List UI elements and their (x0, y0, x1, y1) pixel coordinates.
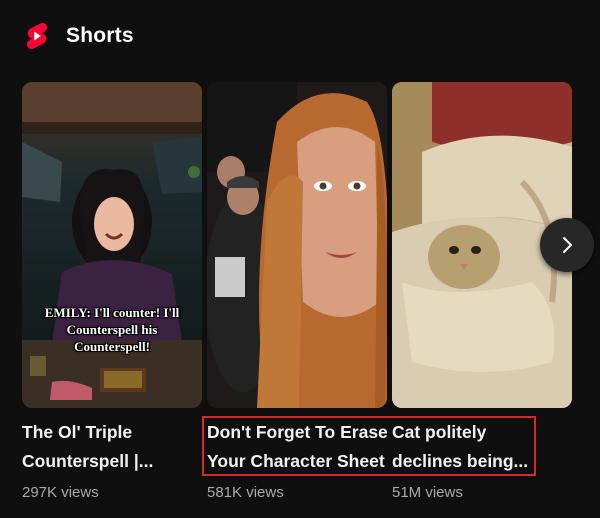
short-card[interactable]: Cat politely declines being... 51M views (392, 82, 572, 501)
caption-line: Counterspell! (74, 339, 150, 354)
short-title-line: The Ol' Triple (22, 422, 133, 442)
short-card[interactable]: EMILY: I'll counter! I'll Counterspell h… (22, 82, 202, 501)
short-card[interactable]: Don't Forget To Erase Your Character She… (207, 82, 387, 501)
section-title: Shorts (66, 24, 134, 47)
short-title-line: Don't Forget To Erase (207, 422, 387, 442)
view-count: 581K views (207, 484, 284, 501)
chevron-right-icon (563, 237, 572, 253)
short-thumbnail-image (207, 82, 387, 408)
caption-line: EMILY: I'll counter! I'll (44, 305, 180, 320)
short-title[interactable]: Cat politely declines being... (392, 418, 572, 476)
shorts-shelf-header: Shorts (24, 20, 134, 52)
short-title-line: declines being... (392, 451, 529, 471)
video-caption: EMILY: I'll counter! I'll Counterspell h… (32, 304, 192, 355)
view-count: 51M views (392, 484, 463, 501)
caption-line: Counterspell his (66, 322, 158, 337)
short-title-line: Counterspell |... (22, 451, 154, 471)
short-title-line: Cat politely (392, 422, 487, 442)
short-thumbnail[interactable] (207, 82, 387, 408)
view-count: 297K views (22, 484, 99, 501)
next-shorts-button[interactable] (540, 218, 594, 272)
shorts-logo-icon (27, 22, 47, 50)
short-thumbnail[interactable]: EMILY: I'll counter! I'll Counterspell h… (22, 82, 202, 408)
short-thumbnail-image (22, 82, 202, 408)
short-title[interactable]: Don't Forget To Erase Your Character She… (207, 418, 387, 476)
short-title[interactable]: The Ol' Triple Counterspell |... (22, 418, 202, 476)
short-title-line: Your Character Sheet (207, 451, 385, 471)
